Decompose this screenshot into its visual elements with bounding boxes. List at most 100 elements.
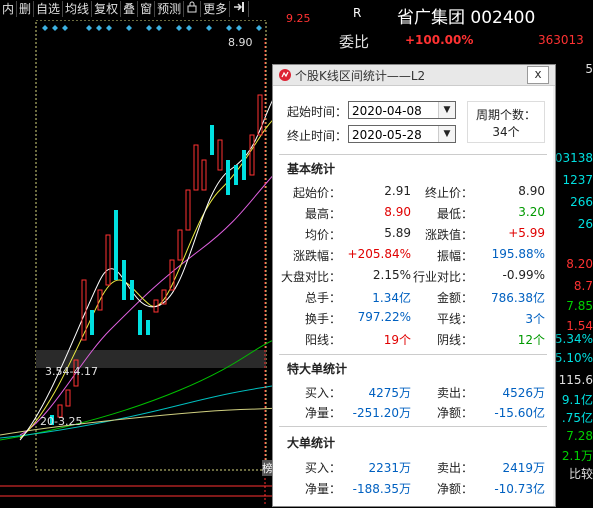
stat-label: 振幅：	[436, 249, 473, 263]
stat-value: 195.88%	[491, 247, 545, 261]
quote-value: 8.7	[573, 279, 593, 293]
chart-toolbar: 内 删 自选 均线 复权 叠 窗 预测 更多	[0, 0, 278, 18]
cycle-count-value: 34个	[492, 125, 520, 139]
chevron-down-icon: ▼	[438, 102, 455, 118]
stock-title: 省广集团 002400	[397, 8, 536, 28]
chevron-down-icon: ▼	[438, 126, 455, 142]
end-date-value: 2020-05-28	[352, 128, 422, 142]
quote-value: 2.1万	[561, 449, 593, 463]
quote-value: 266	[570, 195, 593, 209]
stat-label: 净额：	[436, 482, 473, 496]
divider	[279, 354, 547, 355]
start-date-value: 2020-04-08	[352, 104, 422, 118]
toolbar-item-watchlist[interactable]: 自选	[34, 1, 64, 17]
stat-label: 阴线：	[436, 333, 473, 347]
stat-label: 大盘对比：	[281, 270, 342, 284]
quote-value: 8.20	[566, 257, 593, 271]
end-time-label: 终止时间：	[287, 129, 348, 143]
toolbar-item-adjust[interactable]: 复权	[92, 1, 122, 17]
kline-chart[interactable]: 8.90 3.54-4.17 20-3.25 榜	[0, 19, 279, 505]
weibi-percent: +100.00%	[405, 33, 474, 47]
xl-order-stats-title: 特大单统计	[287, 362, 348, 376]
stat-value: +5.99	[508, 226, 545, 240]
stat-label: 卖出：	[436, 386, 473, 400]
stat-value: 8.90	[384, 205, 411, 219]
stat-label: 净量：	[304, 482, 341, 496]
stat-value: 3个	[525, 312, 545, 326]
stat-value: 1.34亿	[372, 291, 411, 305]
quote-value: 7.28	[566, 429, 593, 443]
dialog-titlebar[interactable]: 个股K线区间统计——L2 x	[273, 65, 555, 86]
range-label-2: 20-3.25	[40, 415, 83, 428]
stat-label: 涨跌值：	[424, 228, 473, 242]
quote-value: 5.10%	[554, 351, 593, 365]
stat-value: 4526万	[502, 386, 545, 400]
quote-value: .75亿	[561, 411, 593, 425]
weibi-label: 委比	[339, 33, 370, 51]
quote-value: 03138	[554, 151, 593, 165]
candles	[50, 38, 266, 505]
stat-value: 2231万	[368, 461, 411, 475]
stat-label: 买入：	[304, 386, 341, 400]
quote-value: 5.34%	[554, 332, 593, 346]
quote-value: 5	[585, 62, 593, 76]
toolbar-item-overlay[interactable]: 叠	[121, 1, 139, 17]
quote-value: 1.54	[566, 319, 593, 333]
kline-chart-svg	[0, 19, 279, 505]
quote-value: 7.85	[566, 299, 593, 313]
weibi-number: 363013	[538, 33, 584, 47]
range-label: 3.54-4.17	[45, 365, 98, 378]
stat-value: 4275万	[368, 386, 411, 400]
quote-side-column: 5 03138 1237 266 26 8.20 8.7 7.85 1.54 5.34% 5.10%…	[555, 60, 593, 500]
toolbar-item-window[interactable]: 窗	[138, 1, 156, 17]
close-icon[interactable]: x	[527, 66, 549, 84]
start-date-select[interactable]: 2020-04-08 ▼	[348, 101, 456, 119]
stat-label: 涨跌幅：	[292, 249, 341, 263]
toolbar-item-more[interactable]: 更多	[201, 1, 231, 17]
lock-icon[interactable]	[184, 1, 202, 17]
end-date-select[interactable]: 2020-05-28 ▼	[348, 125, 456, 143]
cycle-count-label: 周期个数：	[475, 108, 536, 122]
stat-value: 12个	[517, 333, 545, 347]
level-badge: R	[353, 6, 362, 20]
toolbar-item-delete[interactable]: 删	[17, 1, 35, 17]
stat-label: 净量：	[304, 406, 341, 420]
stat-label: 行业对比：	[413, 270, 474, 284]
stat-label: 最低：	[436, 207, 473, 221]
stat-label: 换手：	[304, 312, 341, 326]
toolbar-item-forecast[interactable]: 预测	[155, 1, 185, 17]
stat-label: 总手：	[304, 291, 341, 305]
stat-value: -15.60亿	[494, 406, 545, 420]
stat-label: 终止价：	[424, 186, 473, 200]
stat-label: 起始价：	[292, 186, 341, 200]
toolbar-item-nei[interactable]: 内	[0, 1, 18, 17]
toolbar-item-ma[interactable]: 均线	[63, 1, 93, 17]
dialog-body: 起始时间： 2020-04-08 ▼ 终止时间： 2020-05-28 ▼ 周期…	[273, 86, 553, 506]
stat-value: 786.38亿	[491, 291, 545, 305]
high-price-label: 8.90	[228, 36, 253, 49]
stat-value: -10.73亿	[494, 482, 545, 496]
stat-label: 买入：	[304, 461, 341, 475]
event-markers	[42, 25, 262, 31]
stat-label: 最高：	[304, 207, 341, 221]
price-axis-top: 9.25	[286, 12, 311, 25]
quote-value: 9.1亿	[561, 393, 593, 407]
quote-value: 1237	[562, 173, 593, 187]
stat-label: 金额：	[436, 291, 473, 305]
stat-value: 19个	[383, 333, 411, 347]
dialog-title: 个股K线区间统计——L2	[295, 68, 426, 83]
large-order-stats-title: 大单统计	[287, 436, 336, 450]
stat-label: 阳线：	[304, 333, 341, 347]
cycle-count-box: 周期个数： 34个	[467, 101, 545, 143]
stat-label: 卖出：	[436, 461, 473, 475]
divider	[279, 154, 547, 155]
divider	[279, 426, 547, 427]
stat-value: 2.15%	[372, 268, 411, 282]
stat-value: +205.84%	[347, 247, 411, 261]
stat-value: -251.20万	[352, 406, 411, 420]
stat-label: 净额：	[436, 406, 473, 420]
stat-value: 8.90	[518, 184, 545, 198]
stat-value: -188.35万	[352, 482, 411, 496]
exit-arrow-icon[interactable]	[230, 1, 250, 17]
interval-stats-dialog: 个股K线区间统计——L2 x 起始时间： 2020-04-08 ▼ 终止时间： …	[272, 64, 556, 507]
